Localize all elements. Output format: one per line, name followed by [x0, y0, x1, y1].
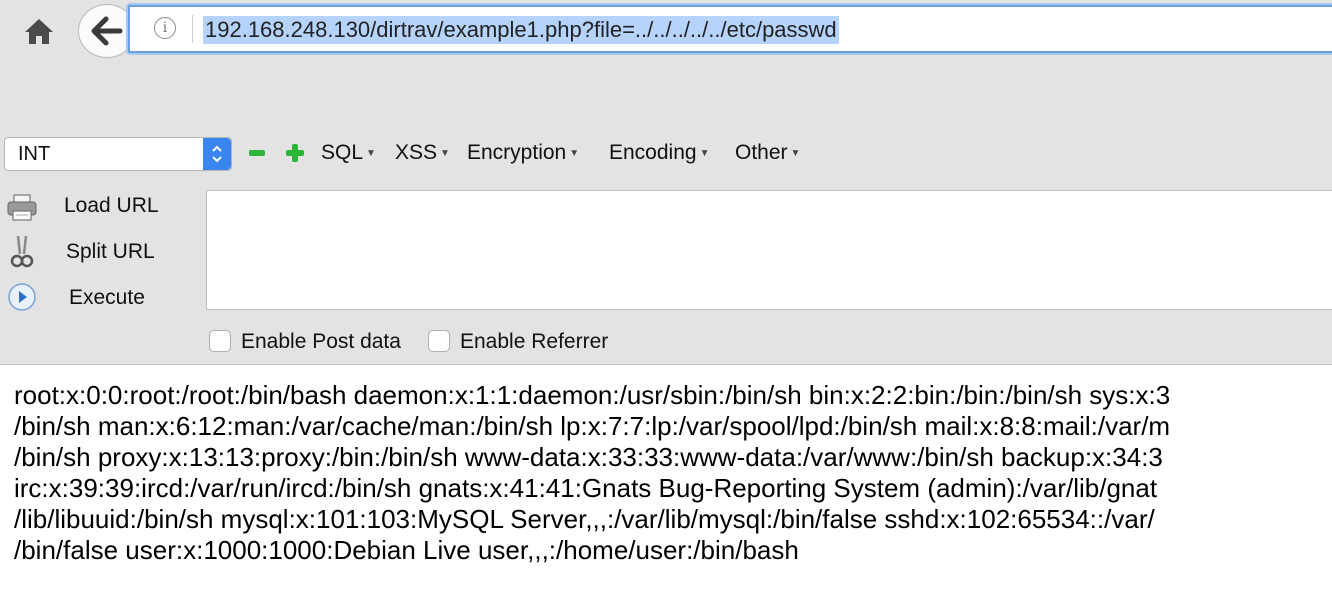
plus-icon[interactable] — [286, 144, 304, 162]
arrow-left-icon — [91, 16, 123, 46]
menu-xss[interactable]: XSS ▼ — [395, 141, 450, 165]
load-url-button[interactable]: Load URL — [64, 194, 159, 218]
url-textarea[interactable] — [206, 190, 1332, 310]
passwd-line: /lib/libuuid:/bin/sh mysql:x:101:103:MyS… — [14, 504, 1155, 534]
type-select-value: INT — [18, 143, 51, 165]
type-select[interactable]: INT — [4, 137, 232, 171]
printer-icon — [6, 193, 38, 223]
dropdown-triangle-icon: ▼ — [790, 148, 801, 159]
play-icon — [6, 282, 38, 312]
passwd-line: root:x:0:0:root:/root:/bin/bash daemon:x… — [14, 380, 1171, 410]
split-url-button[interactable]: Split URL — [66, 240, 155, 264]
scissors-icon — [6, 234, 38, 270]
select-arrows-icon[interactable] — [203, 138, 231, 170]
info-icon[interactable]: i — [154, 17, 176, 39]
post-data-label: Enable Post data — [241, 330, 401, 353]
home-icon[interactable] — [22, 14, 56, 48]
dropdown-triangle-icon: ▼ — [440, 148, 450, 159]
passwd-line: /bin/sh man:x:6:12:man:/var/cache/man:/b… — [14, 411, 1171, 441]
menu-encryption[interactable]: Encryption ▼ — [467, 141, 579, 165]
url-bar[interactable]: i 192.168.248.130/dirtrav/example1.php?f… — [128, 5, 1332, 53]
url-text[interactable]: 192.168.248.130/dirtrav/example1.php?fil… — [203, 16, 839, 44]
execute-button[interactable]: Execute — [69, 286, 145, 310]
url-separator — [192, 15, 193, 43]
dropdown-triangle-icon: ▼ — [366, 148, 376, 159]
post-data-checkbox[interactable] — [209, 330, 231, 352]
dropdown-triangle-icon: ▼ — [569, 148, 580, 159]
page-content: root:x:0:0:root:/root:/bin/bash daemon:x… — [14, 380, 1332, 566]
passwd-line: /bin/false user:x:1000:1000:Debian Live … — [14, 535, 799, 565]
referrer-label: Enable Referrer — [460, 330, 609, 353]
passwd-line: irc:x:39:39:ircd:/var/run/ircd:/bin/sh g… — [14, 473, 1158, 503]
passwd-line: /bin/sh proxy:x:13:13:proxy:/bin:/bin/sh… — [14, 442, 1163, 472]
minus-icon[interactable] — [249, 146, 265, 160]
browser-chrome: i 192.168.248.130/dirtrav/example1.php?f… — [0, 0, 1332, 365]
referrer-checkbox[interactable] — [428, 330, 450, 352]
dropdown-triangle-icon: ▼ — [699, 148, 710, 159]
menu-sql[interactable]: SQL ▼ — [321, 141, 376, 165]
menu-encoding[interactable]: Encoding ▼ — [609, 141, 709, 165]
menu-other[interactable]: Other ▼ — [735, 141, 800, 165]
